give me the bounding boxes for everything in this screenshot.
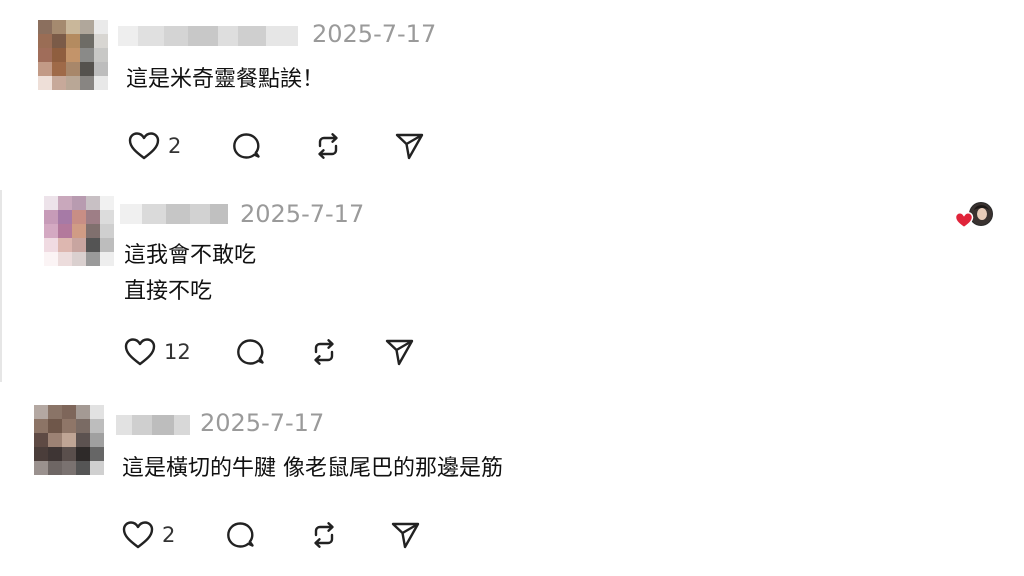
- comment-date: 2025-7-17: [312, 20, 437, 48]
- comment-date: 2025-7-17: [240, 200, 365, 228]
- creator-liked-badge: [954, 200, 994, 230]
- action-bar: 2: [120, 517, 440, 553]
- share-icon: [382, 334, 418, 370]
- avatar[interactable]: [44, 196, 114, 266]
- avatar[interactable]: [38, 20, 112, 94]
- comment-icon: [232, 334, 268, 370]
- heart-icon: [122, 334, 158, 370]
- like-count: 2: [162, 523, 176, 547]
- repost-button[interactable]: [306, 334, 342, 370]
- heart-icon: [120, 517, 156, 553]
- like-count: 2: [168, 134, 182, 158]
- repost-icon: [306, 334, 342, 370]
- username-redacted[interactable]: [120, 204, 228, 224]
- share-button[interactable]: [392, 128, 428, 164]
- share-button[interactable]: [382, 334, 418, 370]
- comment-3: 2025-7-17 這是橫切的牛腱 像老鼠尾巴的那邊是筋 2: [0, 385, 1024, 576]
- comment-line: 這是米奇靈餐點誒！: [126, 67, 325, 92]
- heart-icon: [126, 128, 162, 164]
- share-button[interactable]: [388, 517, 424, 553]
- comment-date: 2025-7-17: [200, 409, 325, 437]
- share-icon: [392, 128, 428, 164]
- username-redacted[interactable]: [118, 26, 298, 46]
- comment-line: 這是橫切的牛腱 像老鼠尾巴的那邊是筋: [122, 456, 503, 481]
- like-button[interactable]: 12: [122, 334, 191, 370]
- comment-2: 2025-7-17 這我會不敢吃 直接不吃 12: [0, 190, 1024, 385]
- share-icon: [388, 517, 424, 553]
- action-bar: 2: [126, 128, 446, 164]
- reply-button[interactable]: [222, 517, 258, 553]
- reply-button[interactable]: [232, 334, 268, 370]
- comment-line: 這我會不敢吃: [124, 243, 257, 268]
- comment-line: 直接不吃: [124, 279, 213, 304]
- comment-1: 2025-7-17 這是米奇靈餐點誒！ 2: [0, 0, 1024, 190]
- comment-text: 這是橫切的牛腱 像老鼠尾巴的那邊是筋: [122, 451, 503, 487]
- comment-text: 這我會不敢吃 直接不吃: [124, 238, 256, 310]
- like-count: 12: [164, 340, 191, 364]
- repost-button[interactable]: [306, 517, 342, 553]
- repost-button[interactable]: [310, 128, 346, 164]
- like-button[interactable]: 2: [120, 517, 175, 553]
- repost-icon: [310, 128, 346, 164]
- like-button[interactable]: 2: [126, 128, 181, 164]
- comment-text: 這是米奇靈餐點誒！: [126, 62, 324, 98]
- avatar[interactable]: [34, 405, 108, 479]
- username-redacted[interactable]: [116, 415, 190, 435]
- repost-icon: [306, 517, 342, 553]
- comment-icon: [222, 517, 258, 553]
- action-bar: 12: [122, 334, 442, 370]
- reply-button[interactable]: [228, 128, 264, 164]
- comment-icon: [228, 128, 264, 164]
